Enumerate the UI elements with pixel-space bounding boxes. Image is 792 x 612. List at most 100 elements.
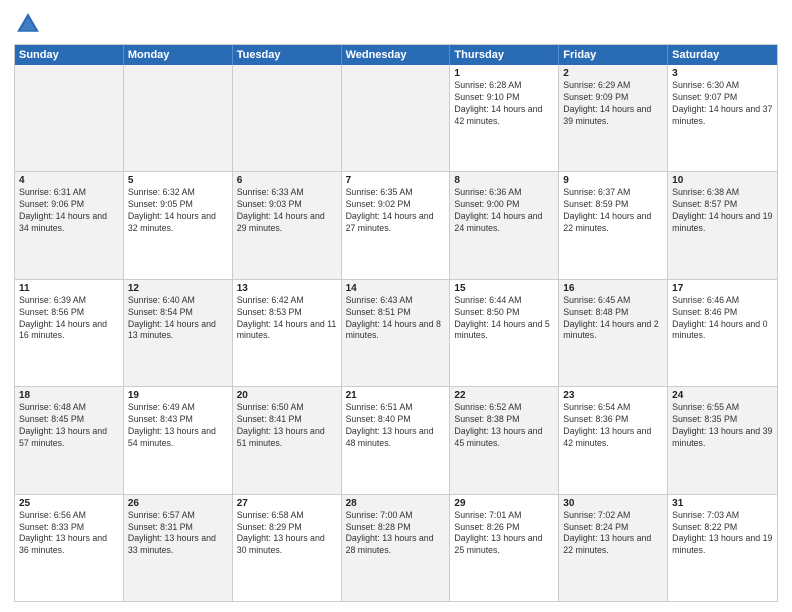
cal-cell-18: 18Sunrise: 6:48 AM Sunset: 8:45 PM Dayli… bbox=[15, 387, 124, 493]
day-number: 18 bbox=[19, 390, 119, 401]
day-number: 25 bbox=[19, 498, 119, 509]
cal-cell-22: 22Sunrise: 6:52 AM Sunset: 8:38 PM Dayli… bbox=[450, 387, 559, 493]
cell-info: Sunrise: 6:28 AM Sunset: 9:10 PM Dayligh… bbox=[454, 80, 554, 128]
cal-cell-4: 4Sunrise: 6:31 AM Sunset: 9:06 PM Daylig… bbox=[15, 172, 124, 278]
cell-info: Sunrise: 6:36 AM Sunset: 9:00 PM Dayligh… bbox=[454, 187, 554, 235]
day-number: 23 bbox=[563, 390, 663, 401]
cell-info: Sunrise: 6:54 AM Sunset: 8:36 PM Dayligh… bbox=[563, 402, 663, 450]
day-number: 12 bbox=[128, 283, 228, 294]
cal-cell-14: 14Sunrise: 6:43 AM Sunset: 8:51 PM Dayli… bbox=[342, 280, 451, 386]
cell-info: Sunrise: 6:39 AM Sunset: 8:56 PM Dayligh… bbox=[19, 295, 119, 343]
day-number: 2 bbox=[563, 68, 663, 79]
day-number: 9 bbox=[563, 175, 663, 186]
cell-info: Sunrise: 6:52 AM Sunset: 8:38 PM Dayligh… bbox=[454, 402, 554, 450]
cal-header-sunday: Sunday bbox=[15, 45, 124, 65]
day-number: 10 bbox=[672, 175, 773, 186]
cal-cell-13: 13Sunrise: 6:42 AM Sunset: 8:53 PM Dayli… bbox=[233, 280, 342, 386]
cal-cell-16: 16Sunrise: 6:45 AM Sunset: 8:48 PM Dayli… bbox=[559, 280, 668, 386]
calendar-body: 1Sunrise: 6:28 AM Sunset: 9:10 PM Daylig… bbox=[15, 65, 777, 601]
cell-info: Sunrise: 6:37 AM Sunset: 8:59 PM Dayligh… bbox=[563, 187, 663, 235]
cell-info: Sunrise: 6:48 AM Sunset: 8:45 PM Dayligh… bbox=[19, 402, 119, 450]
cal-header-wednesday: Wednesday bbox=[342, 45, 451, 65]
logo bbox=[14, 10, 46, 38]
day-number: 27 bbox=[237, 498, 337, 509]
cal-cell-empty-0-3 bbox=[342, 65, 451, 171]
cal-header-monday: Monday bbox=[124, 45, 233, 65]
cal-cell-28: 28Sunrise: 7:00 AM Sunset: 8:28 PM Dayli… bbox=[342, 495, 451, 601]
day-number: 20 bbox=[237, 390, 337, 401]
day-number: 29 bbox=[454, 498, 554, 509]
cell-info: Sunrise: 6:57 AM Sunset: 8:31 PM Dayligh… bbox=[128, 510, 228, 558]
cal-cell-5: 5Sunrise: 6:32 AM Sunset: 9:05 PM Daylig… bbox=[124, 172, 233, 278]
cal-cell-21: 21Sunrise: 6:51 AM Sunset: 8:40 PM Dayli… bbox=[342, 387, 451, 493]
day-number: 28 bbox=[346, 498, 446, 509]
cal-cell-2: 2Sunrise: 6:29 AM Sunset: 9:09 PM Daylig… bbox=[559, 65, 668, 171]
cell-info: Sunrise: 6:43 AM Sunset: 8:51 PM Dayligh… bbox=[346, 295, 446, 343]
cal-week-1: 1Sunrise: 6:28 AM Sunset: 9:10 PM Daylig… bbox=[15, 65, 777, 171]
cal-cell-10: 10Sunrise: 6:38 AM Sunset: 8:57 PM Dayli… bbox=[668, 172, 777, 278]
cal-cell-9: 9Sunrise: 6:37 AM Sunset: 8:59 PM Daylig… bbox=[559, 172, 668, 278]
cell-info: Sunrise: 6:45 AM Sunset: 8:48 PM Dayligh… bbox=[563, 295, 663, 343]
day-number: 8 bbox=[454, 175, 554, 186]
day-number: 6 bbox=[237, 175, 337, 186]
cal-cell-7: 7Sunrise: 6:35 AM Sunset: 9:02 PM Daylig… bbox=[342, 172, 451, 278]
cal-cell-12: 12Sunrise: 6:40 AM Sunset: 8:54 PM Dayli… bbox=[124, 280, 233, 386]
cal-cell-3: 3Sunrise: 6:30 AM Sunset: 9:07 PM Daylig… bbox=[668, 65, 777, 171]
page: SundayMondayTuesdayWednesdayThursdayFrid… bbox=[0, 0, 792, 612]
calendar: SundayMondayTuesdayWednesdayThursdayFrid… bbox=[14, 44, 778, 602]
cell-info: Sunrise: 7:03 AM Sunset: 8:22 PM Dayligh… bbox=[672, 510, 773, 558]
cell-info: Sunrise: 6:35 AM Sunset: 9:02 PM Dayligh… bbox=[346, 187, 446, 235]
day-number: 7 bbox=[346, 175, 446, 186]
day-number: 3 bbox=[672, 68, 773, 79]
cal-cell-15: 15Sunrise: 6:44 AM Sunset: 8:50 PM Dayli… bbox=[450, 280, 559, 386]
cal-cell-19: 19Sunrise: 6:49 AM Sunset: 8:43 PM Dayli… bbox=[124, 387, 233, 493]
cal-cell-20: 20Sunrise: 6:50 AM Sunset: 8:41 PM Dayli… bbox=[233, 387, 342, 493]
cal-cell-1: 1Sunrise: 6:28 AM Sunset: 9:10 PM Daylig… bbox=[450, 65, 559, 171]
cell-info: Sunrise: 6:30 AM Sunset: 9:07 PM Dayligh… bbox=[672, 80, 773, 128]
cal-cell-empty-0-0 bbox=[15, 65, 124, 171]
day-number: 21 bbox=[346, 390, 446, 401]
cal-week-3: 11Sunrise: 6:39 AM Sunset: 8:56 PM Dayli… bbox=[15, 279, 777, 386]
cal-cell-empty-0-1 bbox=[124, 65, 233, 171]
day-number: 24 bbox=[672, 390, 773, 401]
cal-header-thursday: Thursday bbox=[450, 45, 559, 65]
cal-week-4: 18Sunrise: 6:48 AM Sunset: 8:45 PM Dayli… bbox=[15, 386, 777, 493]
cell-info: Sunrise: 6:40 AM Sunset: 8:54 PM Dayligh… bbox=[128, 295, 228, 343]
calendar-header-row: SundayMondayTuesdayWednesdayThursdayFrid… bbox=[15, 45, 777, 65]
day-number: 15 bbox=[454, 283, 554, 294]
cal-cell-11: 11Sunrise: 6:39 AM Sunset: 8:56 PM Dayli… bbox=[15, 280, 124, 386]
day-number: 4 bbox=[19, 175, 119, 186]
day-number: 31 bbox=[672, 498, 773, 509]
day-number: 19 bbox=[128, 390, 228, 401]
day-number: 14 bbox=[346, 283, 446, 294]
cal-cell-30: 30Sunrise: 7:02 AM Sunset: 8:24 PM Dayli… bbox=[559, 495, 668, 601]
cell-info: Sunrise: 6:49 AM Sunset: 8:43 PM Dayligh… bbox=[128, 402, 228, 450]
cal-cell-8: 8Sunrise: 6:36 AM Sunset: 9:00 PM Daylig… bbox=[450, 172, 559, 278]
cal-cell-24: 24Sunrise: 6:55 AM Sunset: 8:35 PM Dayli… bbox=[668, 387, 777, 493]
cal-cell-29: 29Sunrise: 7:01 AM Sunset: 8:26 PM Dayli… bbox=[450, 495, 559, 601]
day-number: 17 bbox=[672, 283, 773, 294]
cell-info: Sunrise: 6:50 AM Sunset: 8:41 PM Dayligh… bbox=[237, 402, 337, 450]
cell-info: Sunrise: 7:00 AM Sunset: 8:28 PM Dayligh… bbox=[346, 510, 446, 558]
day-number: 26 bbox=[128, 498, 228, 509]
cal-week-2: 4Sunrise: 6:31 AM Sunset: 9:06 PM Daylig… bbox=[15, 171, 777, 278]
cal-header-tuesday: Tuesday bbox=[233, 45, 342, 65]
cal-cell-26: 26Sunrise: 6:57 AM Sunset: 8:31 PM Dayli… bbox=[124, 495, 233, 601]
cell-info: Sunrise: 7:02 AM Sunset: 8:24 PM Dayligh… bbox=[563, 510, 663, 558]
cal-cell-23: 23Sunrise: 6:54 AM Sunset: 8:36 PM Dayli… bbox=[559, 387, 668, 493]
logo-icon bbox=[14, 10, 42, 38]
day-number: 1 bbox=[454, 68, 554, 79]
cal-cell-31: 31Sunrise: 7:03 AM Sunset: 8:22 PM Dayli… bbox=[668, 495, 777, 601]
day-number: 30 bbox=[563, 498, 663, 509]
cal-header-friday: Friday bbox=[559, 45, 668, 65]
cell-info: Sunrise: 6:44 AM Sunset: 8:50 PM Dayligh… bbox=[454, 295, 554, 343]
cal-cell-17: 17Sunrise: 6:46 AM Sunset: 8:46 PM Dayli… bbox=[668, 280, 777, 386]
cal-cell-empty-0-2 bbox=[233, 65, 342, 171]
cell-info: Sunrise: 6:32 AM Sunset: 9:05 PM Dayligh… bbox=[128, 187, 228, 235]
cell-info: Sunrise: 6:46 AM Sunset: 8:46 PM Dayligh… bbox=[672, 295, 773, 343]
day-number: 5 bbox=[128, 175, 228, 186]
cell-info: Sunrise: 6:29 AM Sunset: 9:09 PM Dayligh… bbox=[563, 80, 663, 128]
cell-info: Sunrise: 6:56 AM Sunset: 8:33 PM Dayligh… bbox=[19, 510, 119, 558]
day-number: 22 bbox=[454, 390, 554, 401]
header bbox=[14, 10, 778, 38]
